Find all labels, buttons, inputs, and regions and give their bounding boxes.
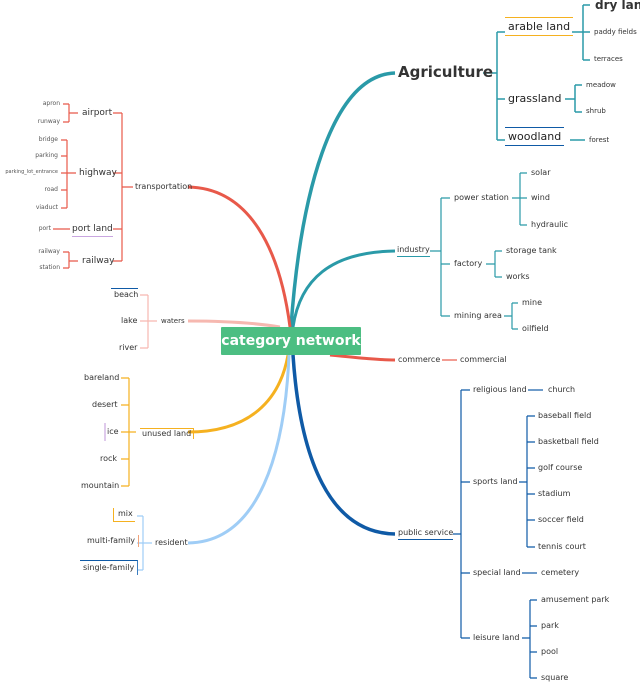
node-shrub[interactable]: shrub	[586, 108, 606, 115]
node-lake[interactable]: lake	[121, 317, 137, 325]
node-mix[interactable]: mix	[113, 508, 135, 522]
node-ice[interactable]: ice	[107, 428, 119, 436]
node-waters[interactable]: waters	[161, 318, 185, 325]
node-beach[interactable]: beach	[111, 288, 139, 299]
node-soccer-field[interactable]: soccer field	[538, 516, 584, 524]
node-amusement-park[interactable]: amusement park	[541, 596, 609, 604]
node-mine[interactable]: mine	[522, 299, 542, 307]
node-agriculture[interactable]: Agriculture	[398, 65, 493, 80]
node-basketball-field[interactable]: basketball field	[538, 438, 599, 446]
node-port[interactable]: port	[39, 226, 51, 232]
node-storage-tank[interactable]: storage tank	[506, 247, 557, 255]
node-wind[interactable]: wind	[531, 194, 550, 202]
node-railway-line[interactable]: railway	[38, 249, 60, 255]
node-grassland[interactable]: grassland	[508, 93, 561, 104]
node-square[interactable]: square	[541, 674, 568, 682]
node-mining-area[interactable]: mining area	[454, 312, 502, 320]
node-cemetery[interactable]: cemetery	[541, 569, 579, 577]
node-special-land[interactable]: special land	[473, 569, 521, 577]
node-stadium[interactable]: stadium	[538, 490, 570, 498]
node-bareland[interactable]: bareland	[84, 374, 119, 382]
node-rock[interactable]: rock	[100, 455, 117, 463]
node-dry-land[interactable]: dry land	[595, 0, 640, 11]
node-public-service[interactable]: public service	[398, 529, 454, 540]
node-transportation[interactable]: transportation	[135, 183, 192, 191]
node-viaduct[interactable]: viaduct	[36, 205, 58, 211]
node-solar[interactable]: solar	[531, 169, 550, 177]
node-terraces[interactable]: terraces	[594, 56, 623, 63]
node-resident[interactable]: resident	[155, 539, 188, 547]
node-pool[interactable]: pool	[541, 648, 558, 656]
node-apron[interactable]: apron	[43, 101, 60, 107]
node-religious-land[interactable]: religious land	[473, 386, 527, 394]
node-river[interactable]: river	[119, 344, 137, 352]
link-transportation	[187, 185, 292, 328]
node-factory[interactable]: factory	[454, 260, 482, 268]
node-meadow[interactable]: meadow	[586, 82, 616, 89]
node-airport[interactable]: airport	[82, 109, 112, 118]
node-church[interactable]: church	[548, 386, 575, 394]
node-leisure-land[interactable]: leisure land	[473, 634, 519, 642]
node-arable-land[interactable]: arable land	[505, 17, 574, 36]
node-park[interactable]: park	[541, 622, 559, 630]
node-tennis-court[interactable]: tennis court	[538, 543, 586, 551]
node-power-station[interactable]: power station	[454, 194, 509, 202]
link-resident	[187, 354, 291, 545]
link-public	[291, 354, 396, 536]
node-runway[interactable]: runway	[38, 119, 60, 125]
node-works[interactable]: works	[506, 273, 530, 281]
node-commerce[interactable]: commerce	[398, 356, 440, 364]
node-multi-family[interactable]: multi-family	[84, 535, 140, 547]
node-sports-land[interactable]: sports land	[473, 478, 518, 486]
node-oilfield[interactable]: oilfield	[522, 325, 549, 333]
node-railway[interactable]: railway	[82, 257, 114, 266]
node-forest[interactable]: forest	[589, 137, 609, 144]
node-desert[interactable]: desert	[92, 401, 118, 409]
node-parking-lot-entrance[interactable]: parking_lot_entrance	[5, 170, 58, 175]
node-paddy-fields[interactable]: paddy fields	[594, 29, 637, 36]
node-port-land[interactable]: port land	[72, 225, 113, 237]
node-baseball-field[interactable]: baseball field	[538, 412, 591, 420]
link-commerce	[329, 353, 396, 362]
node-mountain[interactable]: mountain	[81, 482, 119, 490]
node-road[interactable]: road	[45, 187, 59, 193]
node-station[interactable]: station	[39, 265, 60, 271]
link-industry	[291, 249, 396, 328]
node-industry[interactable]: industry	[397, 246, 430, 257]
node-parking[interactable]: parking	[35, 153, 58, 159]
link-unused	[187, 354, 290, 434]
node-unused-land[interactable]: unused land	[140, 428, 195, 439]
node-bridge[interactable]: bridge	[39, 137, 58, 143]
node-woodland[interactable]: woodland	[505, 127, 565, 146]
node-highway[interactable]: highway	[79, 169, 117, 178]
root-node[interactable]: category network	[221, 327, 361, 355]
node-commercial[interactable]: commercial	[460, 356, 507, 364]
node-golf-course[interactable]: golf course	[538, 464, 582, 472]
node-hydraulic[interactable]: hydraulic	[531, 221, 568, 229]
node-single-family[interactable]: single-family	[80, 560, 139, 575]
